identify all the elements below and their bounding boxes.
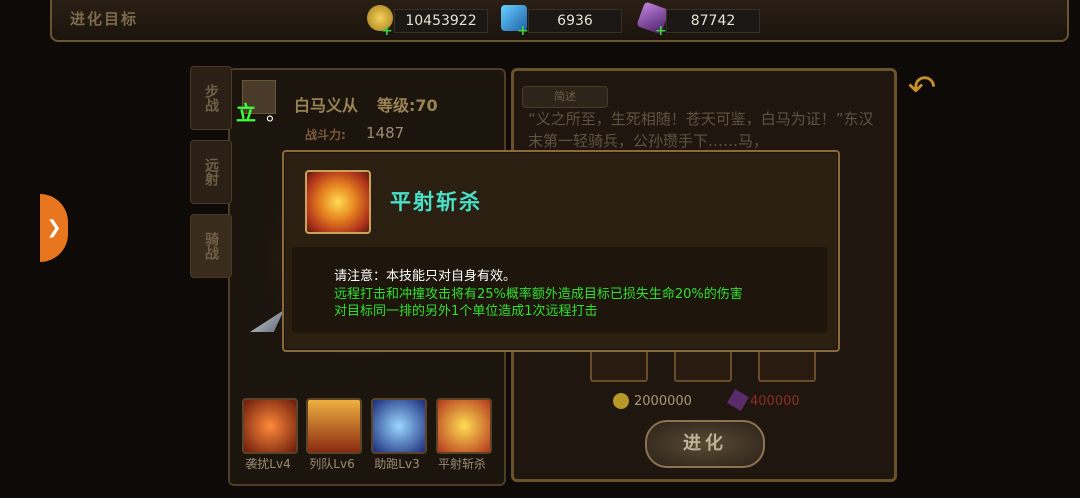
skill-label-volley: 平射斩杀 xyxy=(437,457,486,471)
gold-amount: 10453922 xyxy=(394,9,488,33)
chevron-right-icon: ❯ xyxy=(46,217,62,238)
crystals-amount: 87742 xyxy=(666,9,760,33)
skill-slot-volley[interactable] xyxy=(436,398,492,454)
tab-cavalry[interactable]: 骑战 xyxy=(190,214,232,278)
add-gems-plus-icon[interactable]: + xyxy=(517,24,529,38)
evolve-gold-cost: 2000000 xyxy=(634,394,692,409)
evolve-crystal-cost: 400000 xyxy=(750,394,800,409)
skill-label-harass: 袭扰Lv4 xyxy=(245,457,291,471)
hero-level: 等级:70 xyxy=(377,96,438,115)
power-label: 战斗力: xyxy=(305,128,346,142)
skill-slot-formation[interactable] xyxy=(306,398,362,454)
tab-ranged[interactable]: 远射 xyxy=(190,140,232,204)
popup-note: 请注意：本技能只对自身有效。 xyxy=(334,269,517,284)
hero-name: 白马义从 xyxy=(294,96,359,115)
back-arrow-icon[interactable]: ↶ xyxy=(900,66,944,110)
biography-text: “义之所至，生死相随！苍天可鉴，白马为证！”东汉末第一轻骑兵，公孙瓒手下……马， xyxy=(528,110,874,150)
fragment-text: 立 xyxy=(236,101,256,125)
skill-label-charge: 助跑Lv3 xyxy=(374,457,420,471)
add-gold-plus-icon[interactable]: + xyxy=(381,24,393,38)
evolve-button[interactable]: 进化 xyxy=(645,420,765,468)
fragment-dot: 。 xyxy=(266,101,286,125)
gems-amount: 6936 xyxy=(528,9,622,33)
add-crystals-plus-icon[interactable]: + xyxy=(655,24,667,38)
side-expand-button[interactable]: ❯ xyxy=(40,194,68,262)
power-value: 1487 xyxy=(366,124,405,142)
skill-label-formation: 列队Lv6 xyxy=(309,457,355,471)
skill-volley-icon xyxy=(305,170,371,234)
popup-skill-name: 平射斩杀 xyxy=(390,190,482,214)
popup-effect-line-2: 对目标同一排的另外1个单位造成1次远程打击 xyxy=(334,304,598,319)
biography-tab[interactable]: 简述 xyxy=(522,86,608,108)
skill-slot-harass[interactable] xyxy=(242,398,298,454)
skill-slot-charge[interactable] xyxy=(371,398,427,454)
tab-infantry[interactable]: 步战 xyxy=(190,66,232,130)
page-title: 进化目标 xyxy=(70,10,139,28)
gold-coin-icon xyxy=(613,393,629,409)
